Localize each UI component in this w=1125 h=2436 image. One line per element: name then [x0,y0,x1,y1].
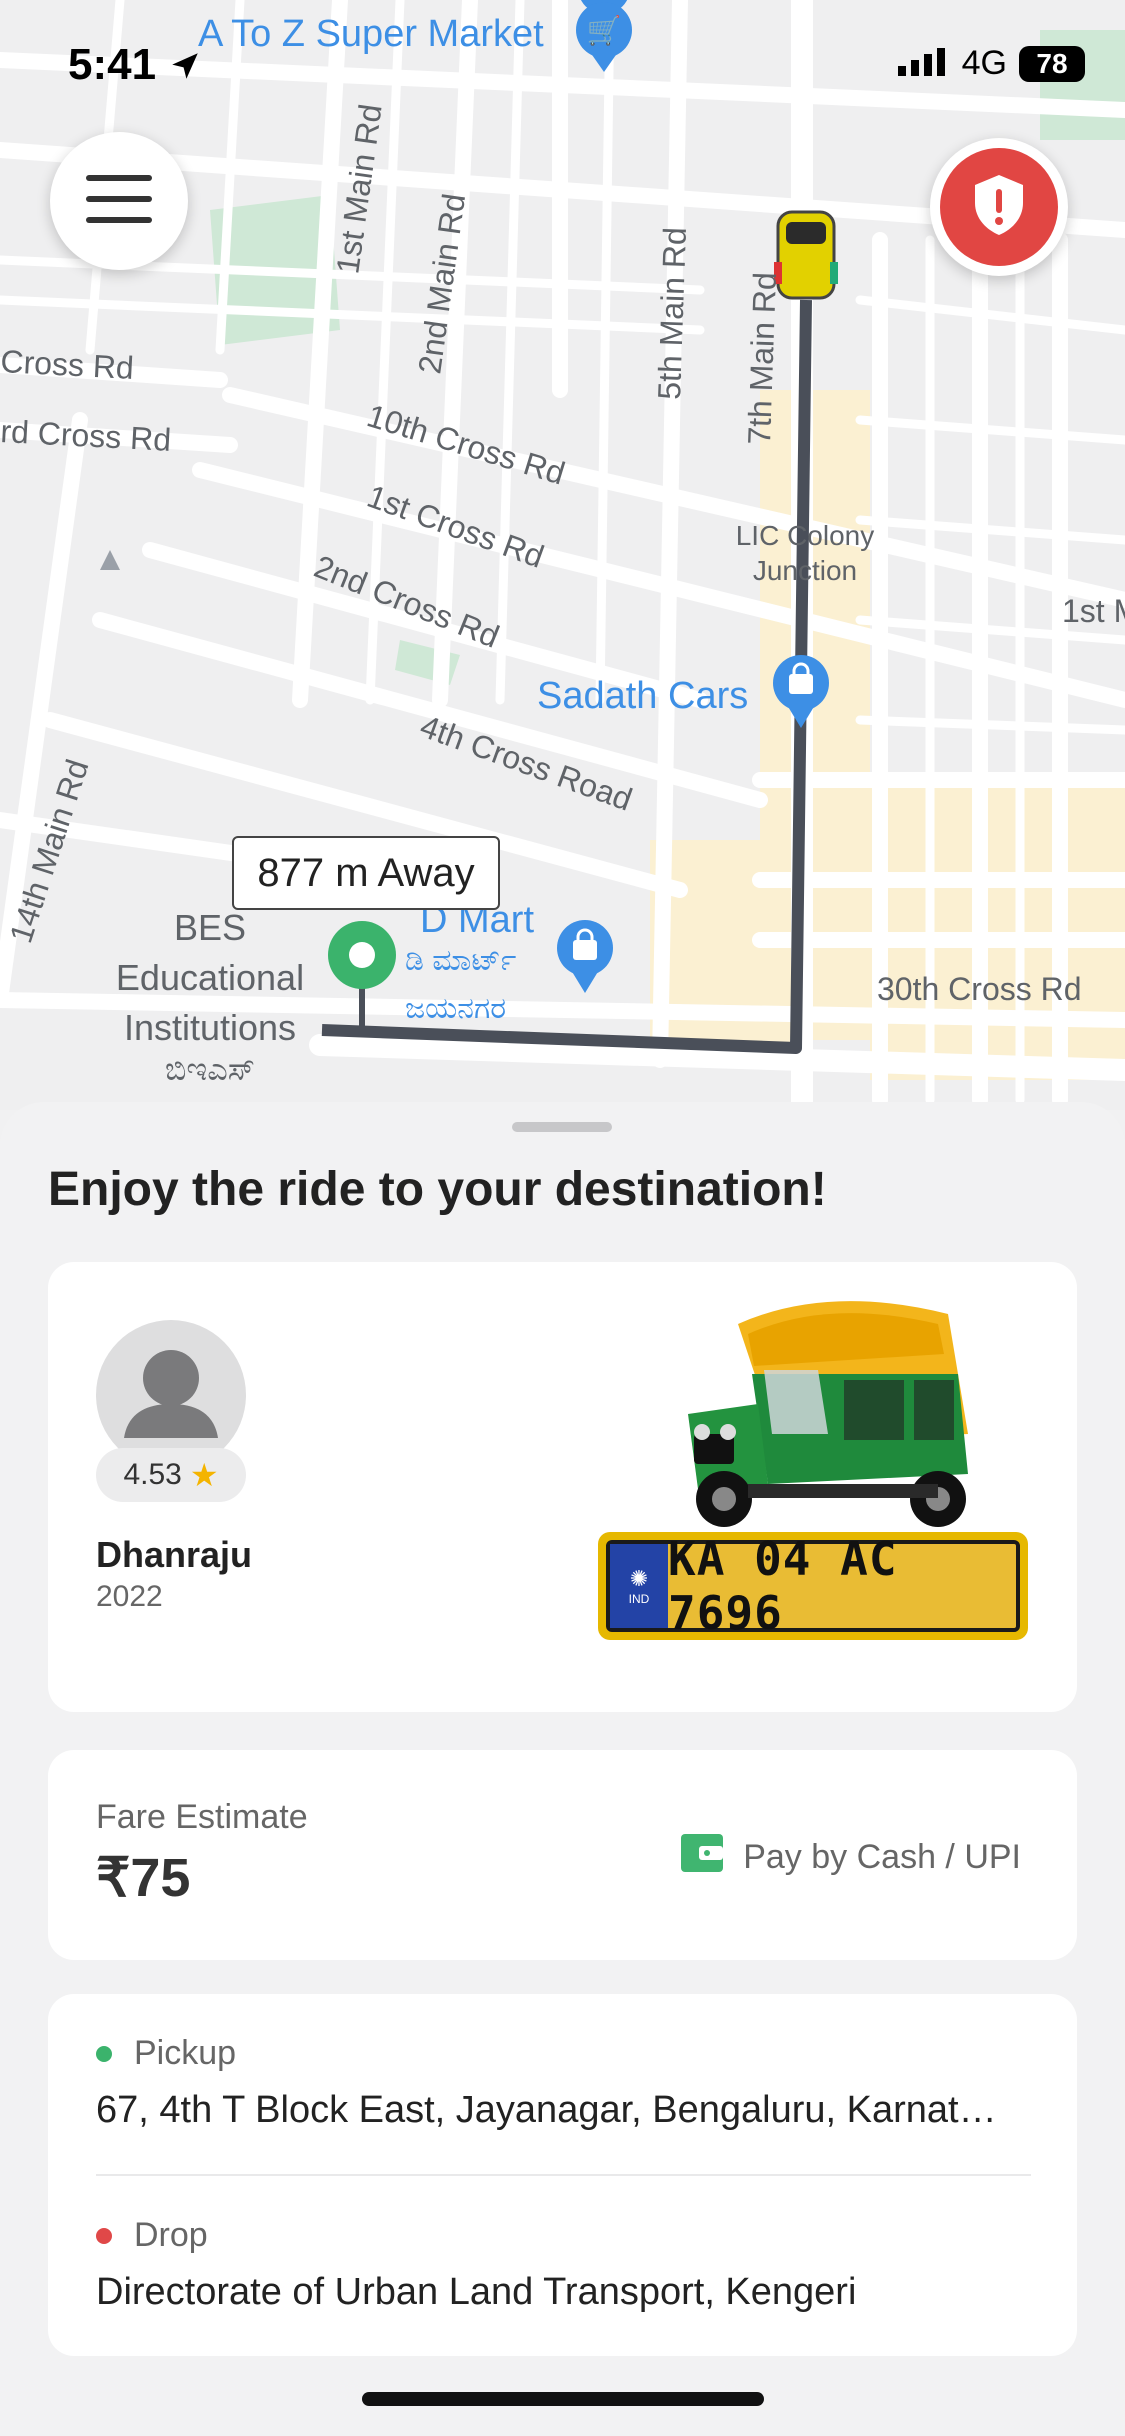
pickup-dot-icon [96,2045,112,2062]
pickup-address: 67, 4th T Block East, Jayanagar, Bengalu… [96,2089,1016,2131]
map-label: 7th Main Rd [741,272,783,446]
wallet-icon [681,1834,724,1881]
auto-rickshaw-image [668,1284,1008,1539]
rating-value: 4.53 [123,1458,182,1491]
map-label: Educational [116,957,304,998]
pickup-label: Pickup [134,2034,237,2072]
status-bar: 5:41 4G 78 [0,0,1125,140]
plate-country-badge: ✺ IND [610,1544,668,1628]
map-label: Junction [753,555,857,586]
driver-rating: 4.53 ★ [96,1448,246,1502]
auto-marker-icon [774,210,838,300]
plate-inner: ✺ IND KA 04 AC 7696 [606,1532,1020,1640]
map-label: ಬಿಇಎಸ್ [165,1051,255,1087]
status-right: 4G 78 [897,44,1085,83]
home-indicator[interactable] [362,2392,764,2406]
map-label: Cross Rd [0,343,135,386]
plate-country: IND [628,1592,650,1606]
battery-icon: 78 [1019,45,1085,82]
divider [96,2174,1031,2176]
menu-button[interactable] [50,132,188,270]
payment-label: Pay by Cash / UPI [743,1838,1021,1876]
payment-method[interactable]: Pay by Cash / UPI [681,1834,1021,1881]
sheet-title: Enjoy the ride to your destination! [48,1163,827,1216]
star-icon: ★ [189,1457,219,1493]
driver-name: Dhanraju [96,1534,253,1575]
map-label: Institutions [124,1007,296,1048]
drop-address: Directorate of Urban Land Transport, Ken… [96,2271,857,2313]
license-plate: ✺ IND KA 04 AC 7696 [598,1532,1028,1640]
hamburger-icon [86,174,152,228]
signal-icon [897,46,950,81]
status-time: 5:41 [68,40,202,90]
battery-level: 78 [1036,47,1068,79]
locations-card: Pickup 67, 4th T Block East, Jayanagar, … [48,1994,1077,2356]
fare-card: Fare Estimate ₹75 Pay by Cash / UPI [48,1750,1077,1960]
map-label: 30th Cross Rd [877,971,1082,1007]
ride-sheet[interactable]: Enjoy the ride to your destination! 4.53… [0,1102,1125,2436]
map-label: LIC Colony [736,520,875,551]
map-poi-label: ಡಿ ಮಾರ್ಟ್ [405,944,516,977]
map-poi-label: ಜಯನಗರ [405,992,506,1025]
driver-card[interactable]: 4.53 ★ Dhanraju 2022 ✺ IND KA 04 AC 7696 [48,1262,1077,1712]
pickup-row[interactable]: Pickup 67, 4th T Block East, Jayanagar, … [96,2034,1036,2132]
drop-row[interactable]: Drop Directorate of Urban Land Transport… [96,2216,1036,2314]
map-label: BES [174,907,246,948]
fare-label: Fare Estimate [96,1798,308,1836]
map-poi-label: Sadath Cars [537,675,748,717]
fare-value: ₹75 [96,1848,191,1908]
sheet-handle[interactable] [512,1122,612,1132]
location-arrow-icon [168,40,202,89]
drop-label: Drop [134,2216,208,2254]
map-label: 5th Main Rd [651,227,693,401]
driver-year: 2022 [96,1580,163,1613]
shield-alert-icon [971,173,1027,242]
chakra-icon: ✺ [629,1566,649,1591]
sos-button[interactable] [930,138,1068,276]
plate-number: KA 04 AC 7696 [668,1532,898,1640]
map-label: 1st M [1062,593,1125,629]
map-view[interactable]: 🛒 Cross Rd rd Cross Rd 10th Cross Rd 1st… [0,0,1125,1110]
sos-inner [940,148,1058,266]
network-type: 4G [961,44,1007,82]
drop-dot-icon [96,2227,112,2244]
distance-label: 877 m Away [232,836,500,910]
